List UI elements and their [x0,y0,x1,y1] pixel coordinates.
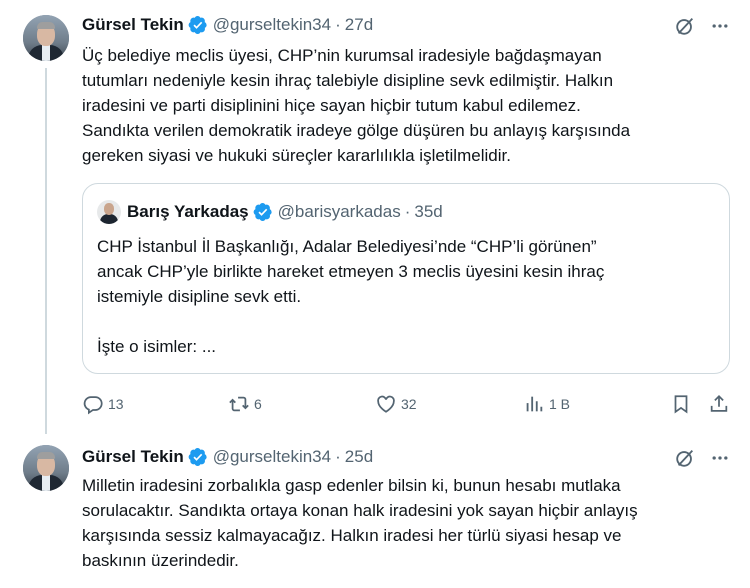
author-name[interactable]: Gürsel Tekin [82,15,184,35]
repost-button[interactable]: 6 [228,392,262,416]
tweet-top-actions [674,447,730,469]
verified-badge-icon[interactable] [188,15,208,35]
like-count: 32 [401,396,417,412]
more-icon[interactable] [710,16,730,36]
verified-badge-icon[interactable] [253,202,273,222]
tweet-timestamp[interactable]: 25d [345,447,373,467]
quoted-author-name[interactable]: Barış Yarkadaş [127,202,249,222]
avatar[interactable] [23,445,69,491]
tweet-timestamp[interactable]: 27d [345,15,373,35]
quoted-tweet-header: Barış Yarkadaş @barisyarkadas · 35d [97,200,443,224]
like-button[interactable]: 32 [375,392,417,416]
author-handle[interactable]: @gurseltekin34 [213,15,331,35]
grok-icon[interactable] [674,447,696,469]
quoted-tweet[interactable]: Barış Yarkadaş @barisyarkadas · 35d CHP … [82,183,730,374]
views-icon [523,393,545,415]
avatar[interactable] [23,15,69,61]
tweet-header: Gürsel Tekin @gurseltekin34 · 27d [82,14,373,36]
views-button[interactable]: 1 B [523,392,570,416]
bookmark-button[interactable] [670,392,692,416]
tweet-text: Milletin iradesini zorbalıkla gasp edenl… [82,476,638,570]
quoted-timestamp[interactable]: 35d [414,202,442,222]
reply-button[interactable]: 13 [82,392,124,416]
separator-dot: · [335,447,341,466]
views-count: 1 B [549,396,571,412]
reply-count: 13 [108,396,124,412]
separator-dot: · [335,15,341,34]
tweet-text: Üç belediye meclis üyesi, CHP’nin kurums… [82,46,631,165]
author-name[interactable]: Gürsel Tekin [82,447,184,467]
quoted-tweet-text: CHP İstanbul İl Başkanlığı, Adalar Beled… [97,237,605,356]
quoted-avatar[interactable] [97,200,121,224]
bookmark-icon [670,393,692,415]
separator-dot: · [404,202,411,221]
quoted-author-handle[interactable]: @barisyarkadas [278,202,401,222]
share-button[interactable] [708,392,730,416]
tweet-action-bar: 13 6 32 1 B [82,392,730,416]
tweet-header: Gürsel Tekin @gurseltekin34 · 25d [82,446,373,468]
repost-icon [228,393,250,415]
tweet-top-actions [674,15,730,37]
more-icon[interactable] [710,448,730,468]
verified-badge-icon[interactable] [188,447,208,467]
repost-count: 6 [254,396,262,412]
reply-icon [82,393,104,415]
grok-icon[interactable] [674,15,696,37]
share-icon [708,393,730,415]
thread-connector-line [45,68,47,434]
author-handle[interactable]: @gurseltekin34 [213,447,331,467]
like-icon [375,393,397,415]
